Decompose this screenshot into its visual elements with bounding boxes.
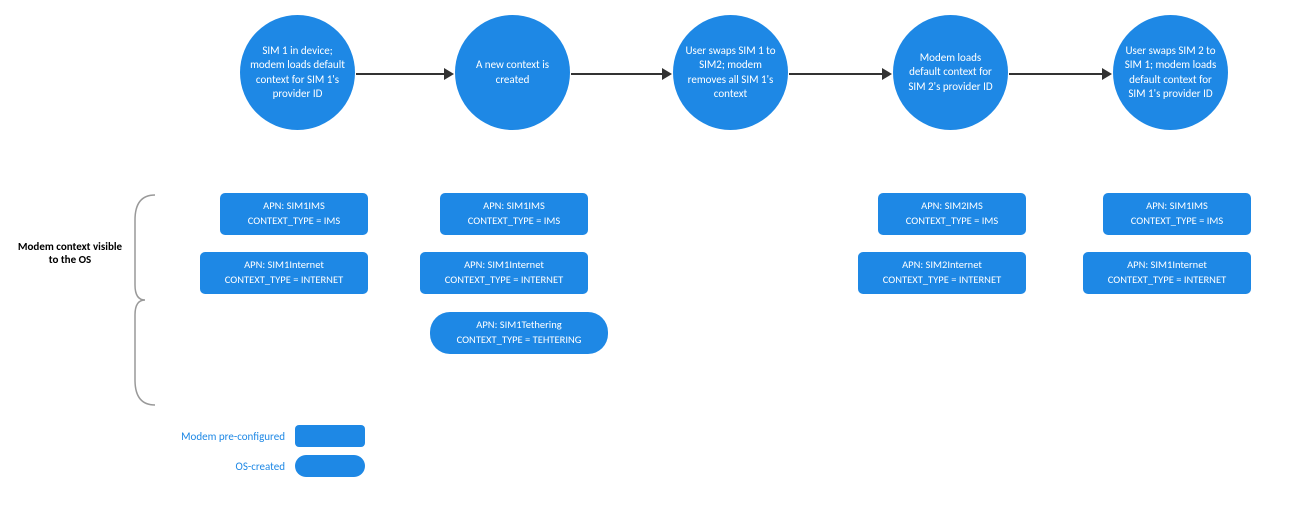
ctx-sim1ims-1: APN: SIM1IMSCONTEXT_TYPE = IMS bbox=[220, 193, 368, 235]
circle-modem-loads-sim2: Modem loads default context for SIM 2's … bbox=[893, 15, 1008, 130]
legend-swatch-os-created bbox=[295, 455, 365, 477]
legend-item-os-created: OS-created bbox=[155, 455, 365, 477]
legend-label-preconfigured: Modem pre-configured bbox=[155, 430, 285, 443]
circle-sim1-device: SIM 1 in device; modem loads default con… bbox=[240, 15, 355, 130]
circle-swap-back-sim1: User swaps SIM 2 to SIM 1; modem loads d… bbox=[1113, 15, 1228, 130]
ctx-sim2internet: APN: SIM2InternetCONTEXT_TYPE = INTERNET bbox=[858, 252, 1026, 294]
curly-brace bbox=[130, 190, 160, 410]
legend: Modem pre-configured OS-created bbox=[155, 425, 365, 485]
ctx-sim1tethering: APN: SIM1TetheringCONTEXT_TYPE = TEHTERI… bbox=[430, 312, 608, 354]
circle-swap-sim2: User swaps SIM 1 to SIM2; modem removes … bbox=[673, 15, 788, 130]
ctx-sim1ims-2: APN: SIM1IMSCONTEXT_TYPE = IMS bbox=[440, 193, 588, 235]
circle-new-context: A new context is created bbox=[455, 15, 570, 130]
arrow-2 bbox=[571, 68, 672, 80]
arrow-4 bbox=[1009, 68, 1112, 80]
ctx-sim1ims-3: APN: SIM1IMSCONTEXT_TYPE = IMS bbox=[1103, 193, 1251, 235]
legend-label-os-created: OS-created bbox=[155, 460, 285, 473]
arrow-3 bbox=[789, 68, 892, 80]
ctx-sim1internet-3: APN: SIM1InternetCONTEXT_TYPE = INTERNET bbox=[1083, 252, 1251, 294]
ctx-sim1internet-2: APN: SIM1InternetCONTEXT_TYPE = INTERNET bbox=[420, 252, 588, 294]
ctx-sim1internet-1: APN: SIM1InternetCONTEXT_TYPE = INTERNET bbox=[200, 252, 368, 294]
arrow-1 bbox=[356, 68, 454, 80]
legend-item-preconfigured: Modem pre-configured bbox=[155, 425, 365, 447]
legend-swatch-preconfigured bbox=[295, 425, 365, 447]
diagram-container: SIM 1 in device; modem loads default con… bbox=[0, 0, 1308, 507]
ctx-sim2ims: APN: SIM2IMSCONTEXT_TYPE = IMS bbox=[878, 193, 1026, 235]
brace-label: Modem context visible to the OS bbox=[5, 240, 135, 266]
